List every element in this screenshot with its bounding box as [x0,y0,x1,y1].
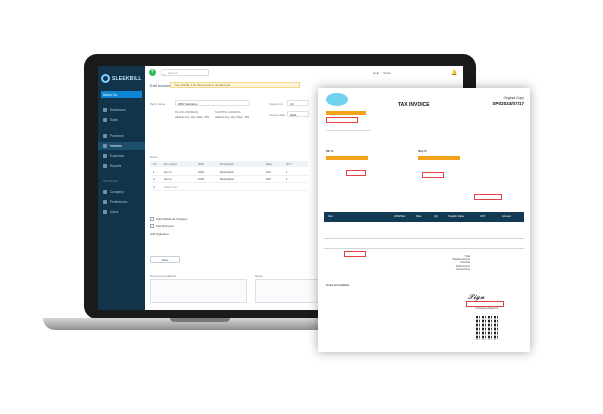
highlight-box [346,170,366,176]
qr-code [476,316,500,340]
additional-charges-checkbox[interactable]: Add Additional Charges [150,217,187,221]
table-row[interactable]: 3 Select item [150,184,308,191]
invoice-icon [103,144,107,148]
checkbox-icon [150,217,154,221]
sidebar-item-reports[interactable]: Reports [98,162,145,170]
col-no: No [153,162,157,166]
sidebar: SLEEKBILL Demo Co Dashboard Sales Purcha… [98,66,145,310]
bill-to-label: Bill To [326,150,334,153]
invoice-no-input[interactable]: 12 [287,100,309,106]
col-rate: Rate [266,162,272,166]
items-table-header: No Item name HSN Description Rate QTY [150,161,308,167]
terms-heading: Terms & Conditions [326,284,350,287]
shipping-address: Address line, City, State - PIN [215,116,250,119]
invoice-document: TAX INVOICE Original Copy SPI/2024/07/17… [318,88,530,352]
highlight-box [326,117,358,123]
discount-checkbox[interactable]: Add Discount [150,224,174,228]
company-logo [326,93,348,106]
topbar-links: Help Share [373,71,391,75]
highlight-box [474,194,502,200]
app-logo[interactable]: SLEEKBILL [101,72,142,85]
preferences-icon [103,200,107,204]
table-row[interactable]: 2 Item 2 1002 Description 100 1 [150,176,308,183]
terms-textarea[interactable] [150,279,247,303]
create-new-button[interactable]: + [149,69,156,76]
search-input[interactable]: ⌕ Search [161,69,209,77]
invoice-table-header: Item HSN/SAC Rate Qty Taxable Value GST … [324,212,524,222]
shipping-label: SHIPPING ADDRESS [215,111,241,114]
brand-name: SLEEKBILL [112,75,142,82]
ship-to-label: Ship To [418,150,427,153]
table-row[interactable]: 1 Item 1 1001 Description 100 1 [150,169,308,176]
notes-label: Notes [255,274,263,278]
invoice-number: SPI/2024/07/17 [492,101,524,106]
col-item: Item name [164,162,178,166]
topbar: + ⌕ Search Help Share 🔔 [145,66,463,80]
reports-icon [103,164,107,168]
company-address: ________________________________ [326,128,371,131]
sidebar-section-label: SETTINGS [103,179,119,183]
party-label: Party name [150,102,166,106]
items-label: Items [150,155,158,159]
copy-label: Original Copy [503,96,524,100]
signatory-label: Authorised Signatory [475,307,499,310]
sidebar-item-preferences[interactable]: Preferences [98,198,145,206]
laptop-notch [170,318,230,322]
divider [324,248,524,249]
help-link[interactable]: Help [373,71,379,75]
sidebar-item-invoices[interactable]: Invoices [98,142,145,150]
divider [324,238,524,239]
highlight-mark [326,111,366,115]
billing-label: BILLING ADDRESS [175,111,199,114]
notification-bell-icon[interactable]: 🔔 [451,70,457,76]
company-selector[interactable]: Demo Co [101,91,142,98]
page-title: Edit Invoice [150,83,171,88]
sidebar-item-users[interactable]: Users [98,208,145,216]
sidebar-item-expenses[interactable]: Expenses [98,152,145,160]
save-button[interactable]: Save [150,256,180,263]
sidebar-item-dashboard[interactable]: Dashboard [98,106,145,114]
highlight-box [422,172,444,178]
invoice-no-label: Invoice no [269,102,283,106]
col-qty: QTY [286,162,292,166]
date-label: Invoice date [269,113,286,117]
totals-labels: Total Taxable Amount Total Tax Total Amo… [452,255,470,271]
highlight-mark [326,156,368,160]
sidebar-item-sales[interactable]: Sales [98,116,145,124]
checkbox-icon [150,224,154,228]
logo-icon [101,74,110,83]
purchase-icon [103,134,107,138]
col-hsn: HSN [198,162,204,166]
dashboard-icon [103,108,107,112]
highlight-box [344,251,366,257]
expenses-icon [103,154,107,158]
highlight-mark [418,156,460,160]
invoice-title: TAX INVOICE [398,102,430,108]
share-link[interactable]: Share [383,71,391,75]
col-description: Description [220,162,234,166]
sidebar-item-company[interactable]: Company [98,188,145,196]
terms-label: Terms & Conditions [150,274,177,278]
add-signature-link[interactable]: Add Signature [150,232,169,236]
sidebar-item-purchase[interactable]: Purchase [98,132,145,140]
sales-icon [103,118,107,122]
party-select[interactable]: ABC Solutions [175,100,250,106]
search-icon: ⌕ [163,72,166,77]
users-icon [103,210,107,214]
company-icon [103,190,107,194]
invoice-date-input[interactable]: 2021 [287,111,309,117]
warning-banner: Your GSTR-1 for this period is not filed… [170,82,300,88]
billing-address: Address line, City, State - PIN [175,116,210,119]
